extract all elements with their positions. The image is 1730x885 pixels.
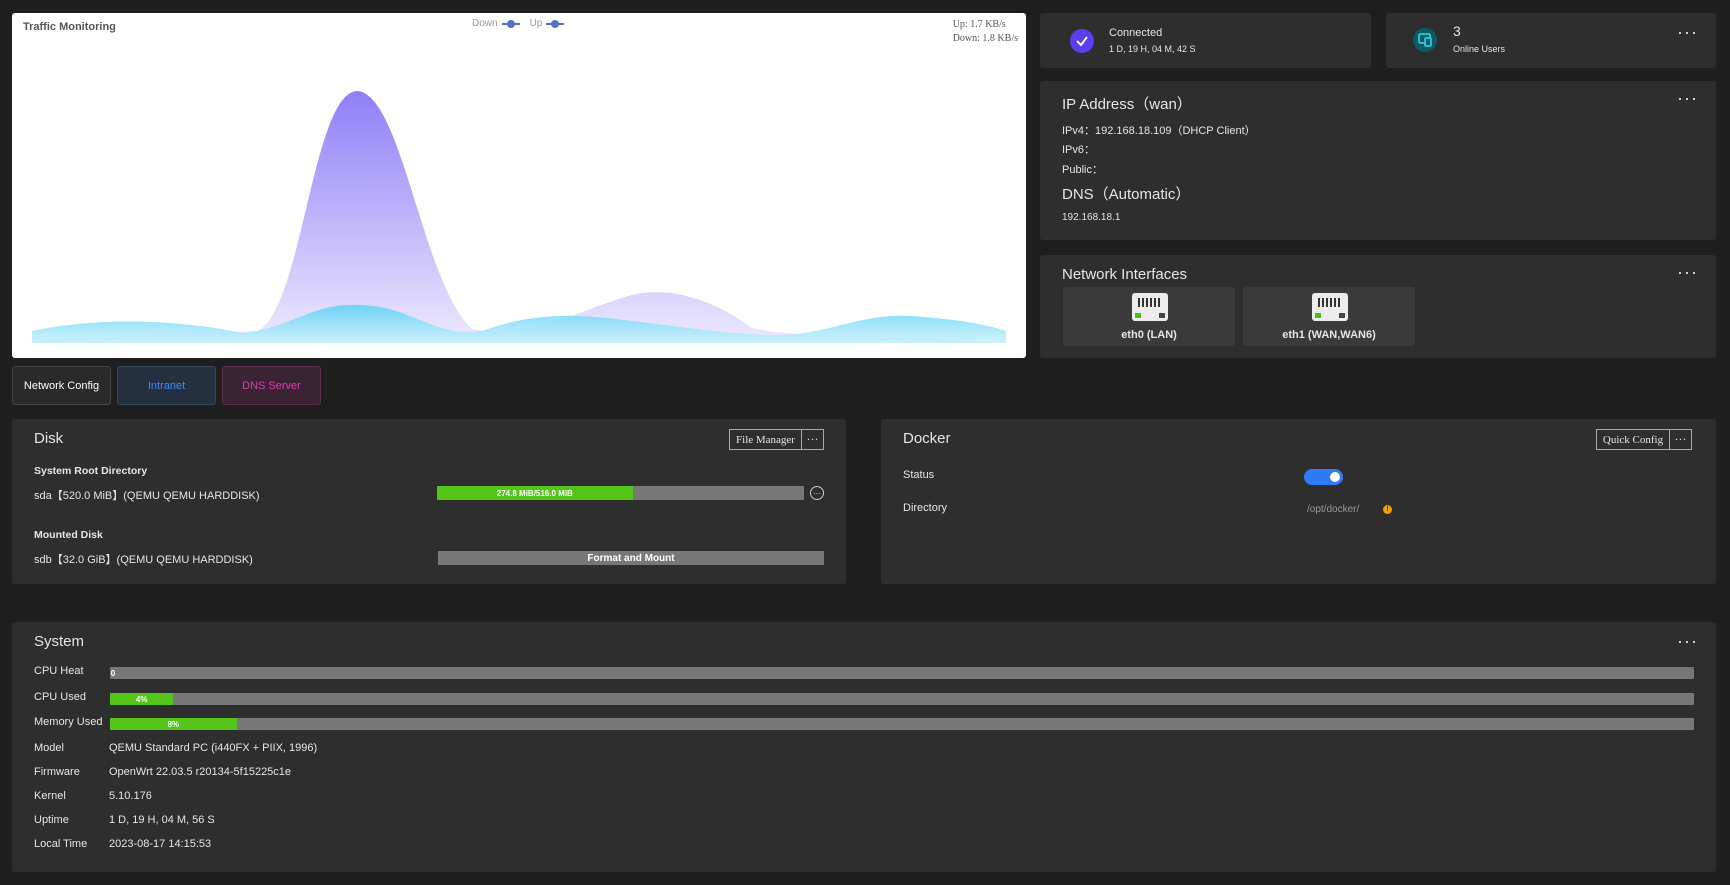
- traffic-monitoring-chart: Traffic Monitoring Down Up Up: 1.7 KB/s …: [12, 13, 1026, 358]
- interface-name: eth1 (WAN,WAN6): [1282, 329, 1376, 341]
- ipv4-value: 192.168.18.109（DHCP Client）: [1095, 125, 1256, 137]
- docker-card: Docker Quick Config ··· Status Directory…: [881, 419, 1716, 584]
- uptime-value: 1 D, 19 H, 04 M, 56 S: [109, 814, 215, 826]
- ethernet-port-icon: [1312, 293, 1348, 321]
- memory-used-value: 8%: [167, 719, 180, 729]
- firmware-value: OpenWrt 22.03.5 r20134-5f15225c1e: [109, 766, 292, 778]
- public-label: Public：: [1062, 164, 1103, 176]
- dns-title: DNS（Automatic）: [1062, 186, 1191, 203]
- traffic-area-svg: [32, 91, 1006, 343]
- mounted-disk-info: sdb【32.0 GiB】(QEMU QEMU HARDDISK): [34, 554, 253, 566]
- kernel-label: Kernel: [34, 790, 66, 802]
- tab-intranet[interactable]: Intranet: [117, 366, 216, 405]
- dns-value: 192.168.18.1: [1062, 212, 1121, 223]
- connection-duration: 1 D, 19 H, 04 M, 42 S: [1109, 44, 1196, 54]
- disk-card: Disk File Manager ··· System Root Direct…: [12, 419, 846, 584]
- legend-up-marker: [546, 19, 565, 28]
- ip-address-card: IP Address（wan） IPv4：192.168.18.109（DHCP…: [1040, 81, 1716, 240]
- root-disk-info: sda【520.0 MiB】(QEMU QEMU HARDDISK): [34, 490, 260, 502]
- legend-up[interactable]: Up: [530, 18, 565, 29]
- docker-status-label: Status: [903, 469, 935, 481]
- more-icon[interactable]: ···: [1677, 263, 1698, 281]
- docker-title: Docker: [903, 430, 951, 447]
- system-title: System: [34, 633, 85, 650]
- more-icon[interactable]: ···: [1677, 632, 1698, 650]
- more-icon[interactable]: ···: [1677, 89, 1698, 107]
- docker-status-toggle[interactable]: [1304, 469, 1343, 485]
- docker-directory-value: /opt/docker/: [1307, 504, 1360, 515]
- mounted-heading: Mounted Disk: [34, 529, 103, 541]
- quick-config-button[interactable]: Quick Config: [1596, 429, 1670, 450]
- chart-title: Traffic Monitoring: [23, 21, 116, 33]
- root-usage-bar: 274.8 MiB/516.0 MiB: [437, 486, 804, 500]
- ipv4-row: IPv4：192.168.18.109（DHCP Client）: [1062, 122, 1256, 138]
- format-mount-button[interactable]: Format and Mount: [438, 551, 824, 565]
- connection-status: Connected: [1109, 27, 1163, 39]
- docker-directory-label: Directory: [903, 502, 948, 514]
- legend-down[interactable]: Down: [472, 18, 520, 29]
- firmware-label: Firmware: [34, 766, 80, 778]
- ipv4-label: IPv4：: [1062, 125, 1096, 137]
- down-series-area: [32, 91, 1006, 343]
- interface-eth0[interactable]: eth0 (LAN): [1063, 287, 1235, 346]
- more-circle-icon[interactable]: ···: [810, 486, 824, 500]
- ipv6-label: IPv6：: [1062, 144, 1096, 156]
- model-value: QEMU Standard PC (i440FX + PIIX, 1996): [109, 742, 318, 754]
- connection-card: Connected 1 D, 19 H, 04 M, 42 S: [1040, 13, 1371, 68]
- uptime-label: Uptime: [34, 814, 69, 826]
- up-rate: Up: 1.7 KB/s: [952, 19, 1006, 30]
- cpu-used-bar: 4%: [110, 693, 1694, 705]
- tab-dns-server[interactable]: DNS Server: [222, 366, 321, 405]
- tab-network-config[interactable]: Network Config: [12, 366, 111, 405]
- local-time-label: Local Time: [34, 838, 88, 850]
- online-count: 3: [1453, 23, 1461, 39]
- network-interfaces-card: Network Interfaces ··· eth0 (LAN) eth1 (…: [1040, 255, 1716, 358]
- more-icon[interactable]: ···: [801, 429, 824, 450]
- cpu-used-value: 4%: [135, 694, 148, 704]
- interfaces-title: Network Interfaces: [1062, 266, 1188, 283]
- memory-used-label: Memory Used: [34, 716, 103, 728]
- down-rate: Down: 1.8 KB/s: [952, 33, 1018, 44]
- online-label: Online Users: [1453, 44, 1506, 54]
- ethernet-port-icon: [1132, 293, 1168, 321]
- disk-title: Disk: [34, 430, 64, 447]
- warning-icon[interactable]: !: [1383, 505, 1392, 514]
- file-manager-button[interactable]: File Manager: [729, 429, 802, 450]
- cpu-heat-bar: 0: [110, 667, 1694, 679]
- root-heading: System Root Directory: [34, 465, 148, 477]
- online-users-card: 3 Online Users ···: [1386, 13, 1716, 68]
- legend-up-label: Up: [529, 18, 543, 29]
- memory-used-bar: 8%: [110, 718, 1694, 730]
- cpu-heat-label: CPU Heat: [34, 665, 84, 677]
- interface-eth1[interactable]: eth1 (WAN,WAN6): [1243, 287, 1415, 346]
- ip-title: IP Address（wan）: [1062, 96, 1192, 113]
- cpu-used-label: CPU Used: [34, 691, 86, 703]
- cpu-heat-value: 0: [110, 668, 116, 678]
- interface-name: eth0 (LAN): [1121, 329, 1177, 341]
- traffic-rates: Up: 1.7 KB/s Down: 1.8 KB/s: [953, 18, 1018, 46]
- system-card: System ··· CPU Heat 0 CPU Used 4% Memory…: [12, 622, 1716, 872]
- chart-legend: Down Up: [472, 18, 565, 29]
- legend-down-label: Down: [472, 18, 498, 29]
- legend-down-marker: [501, 19, 520, 28]
- kernel-value: 5.10.176: [109, 790, 152, 802]
- model-label: Model: [34, 742, 64, 754]
- root-usage-label: 274.8 MiB/516.0 MiB: [496, 488, 573, 498]
- more-icon[interactable]: ···: [1677, 23, 1698, 41]
- up-series-area: [32, 304, 1006, 343]
- check-icon: [1070, 29, 1094, 53]
- devices-icon: [1413, 28, 1437, 52]
- more-icon[interactable]: ···: [1669, 429, 1692, 450]
- local-time-value: 2023-08-17 14:15:53: [109, 838, 212, 850]
